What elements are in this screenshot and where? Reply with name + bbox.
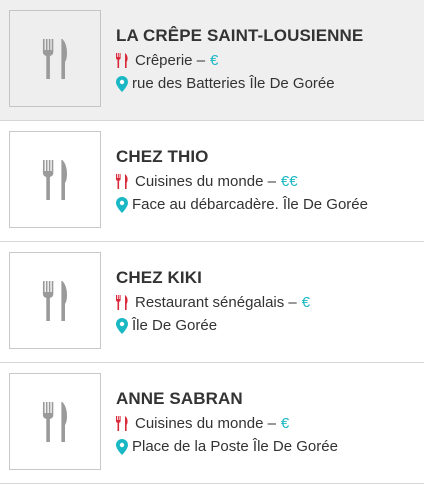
fork-knife-icon bbox=[42, 401, 67, 442]
fork-knife-icon bbox=[116, 53, 128, 68]
restaurant-list: LA CRÊPE SAINT-LOUSIENNE Crêperie – € ru… bbox=[0, 0, 424, 484]
fork-knife-icon bbox=[116, 295, 128, 310]
restaurant-name[interactable]: CHEZ THIO bbox=[116, 147, 209, 167]
restaurant-card[interactable]: CHEZ KIKI Restaurant sénégalais – € Île … bbox=[0, 242, 424, 363]
restaurant-address-line: Place de la Poste Île De Gorée bbox=[116, 438, 338, 455]
restaurant-thumbnail[interactable] bbox=[9, 252, 101, 349]
fork-knife-icon bbox=[42, 38, 67, 79]
restaurant-category-line: Cuisines du monde – € bbox=[116, 415, 289, 432]
restaurant-name[interactable]: ANNE SABRAN bbox=[116, 389, 243, 409]
restaurant-address: rue des Batteries Île De Gorée bbox=[132, 75, 335, 92]
restaurant-address: Place de la Poste Île De Gorée bbox=[132, 438, 338, 455]
restaurant-category-line: Cuisines du monde – €€ bbox=[116, 173, 298, 190]
restaurant-thumbnail[interactable] bbox=[9, 10, 101, 107]
restaurant-category: Cuisines du monde – bbox=[135, 173, 276, 190]
restaurant-address-line: Île De Gorée bbox=[116, 317, 217, 334]
restaurant-address-line: Face au débarcadère. Île De Gorée bbox=[116, 196, 368, 213]
restaurant-name[interactable]: CHEZ KIKI bbox=[116, 268, 202, 288]
price-level: € bbox=[301, 294, 311, 311]
restaurant-address-line: rue des Batteries Île De Gorée bbox=[116, 75, 335, 92]
restaurant-category-line: Restaurant sénégalais – € bbox=[116, 294, 310, 311]
fork-knife-icon bbox=[116, 416, 128, 431]
restaurant-category: Restaurant sénégalais – bbox=[135, 294, 297, 311]
restaurant-card[interactable]: CHEZ THIO Cuisines du monde – €€ Face au… bbox=[0, 121, 424, 242]
map-pin-icon bbox=[116, 75, 128, 92]
map-pin-icon bbox=[116, 438, 128, 455]
restaurant-card[interactable]: LA CRÊPE SAINT-LOUSIENNE Crêperie – € ru… bbox=[0, 0, 424, 121]
price-level: €€ bbox=[280, 173, 298, 190]
restaurant-category: Crêperie – bbox=[135, 52, 206, 69]
restaurant-address: Île De Gorée bbox=[132, 317, 218, 334]
price-level: € bbox=[210, 52, 219, 69]
fork-knife-icon bbox=[42, 280, 67, 321]
restaurant-category: Cuisines du monde – bbox=[135, 415, 276, 432]
restaurant-thumbnail[interactable] bbox=[9, 131, 101, 228]
restaurant-card[interactable]: ANNE SABRAN Cuisines du monde – € Place … bbox=[0, 363, 424, 484]
restaurant-address: Face au débarcadère. Île De Gorée bbox=[132, 196, 368, 213]
restaurant-name[interactable]: LA CRÊPE SAINT-LOUSIENNE bbox=[116, 26, 363, 46]
price-level: € bbox=[280, 415, 290, 432]
restaurant-category-line: Crêperie – € bbox=[116, 52, 218, 69]
fork-knife-icon bbox=[116, 174, 128, 189]
map-pin-icon bbox=[116, 317, 128, 334]
restaurant-thumbnail[interactable] bbox=[9, 373, 101, 470]
fork-knife-icon bbox=[42, 159, 67, 200]
map-pin-icon bbox=[116, 196, 128, 213]
